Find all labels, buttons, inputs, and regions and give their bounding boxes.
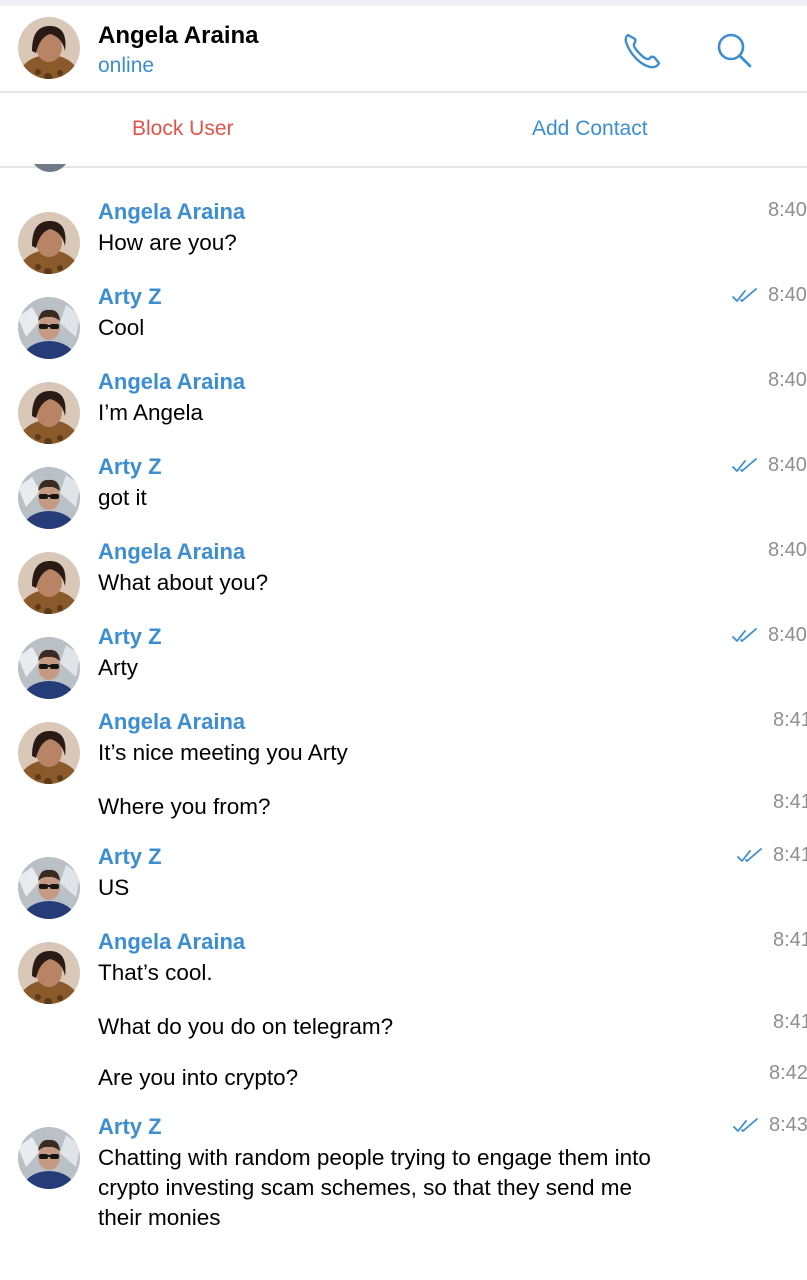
- read-receipt-icon: [732, 288, 760, 304]
- action-bar-divider: [0, 166, 807, 168]
- sender-avatar[interactable]: [18, 467, 80, 529]
- sender-name[interactable]: Angela Araina: [98, 369, 245, 395]
- contact-name[interactable]: Angela Araina: [98, 22, 259, 50]
- phone-icon[interactable]: [620, 28, 664, 72]
- message-timestamp: 8:42: [769, 1062, 807, 1084]
- sender-avatar[interactable]: [18, 857, 80, 919]
- message-text: What about you?: [98, 570, 269, 595]
- message-timestamp: 8:43: [769, 1114, 807, 1136]
- contact-status: online: [98, 54, 155, 77]
- message-text: What do you do on telegram?: [98, 1014, 394, 1039]
- sender-name[interactable]: Angela Araina: [98, 709, 245, 735]
- sender-name[interactable]: Arty Z: [98, 284, 162, 310]
- message-timestamp: 8:41: [773, 1011, 807, 1033]
- read-receipt-icon: [732, 458, 760, 474]
- block-user-button[interactable]: Block User: [132, 117, 234, 141]
- message-text: Where you from?: [98, 794, 271, 819]
- message-timestamp: 8:41: [773, 791, 807, 813]
- sender-name[interactable]: Angela Araina: [98, 929, 245, 955]
- message-timestamp: 8:41: [773, 929, 807, 951]
- contact-avatar[interactable]: [18, 17, 80, 79]
- sender-avatar[interactable]: [18, 212, 80, 274]
- message-timestamp: 8:40: [768, 539, 807, 561]
- sender-avatar[interactable]: [18, 722, 80, 784]
- search-icon[interactable]: [712, 28, 756, 72]
- sender-avatar[interactable]: [18, 552, 80, 614]
- message-text: Cool: [98, 315, 145, 340]
- add-contact-button[interactable]: Add Contact: [532, 117, 648, 141]
- message-timestamp: 8:41: [773, 844, 807, 866]
- sender-avatar[interactable]: [18, 1127, 80, 1189]
- sender-name[interactable]: Arty Z: [98, 624, 162, 650]
- scrolled-avatar-edge: [30, 164, 70, 172]
- chat-header: Angela Araina online: [0, 6, 807, 91]
- sender-name[interactable]: Angela Araina: [98, 539, 245, 565]
- message-text: Arty: [98, 655, 139, 680]
- message-text: That’s cool.: [98, 960, 213, 985]
- message-text: Are you into crypto?: [98, 1065, 299, 1090]
- contact-action-bar: Block User Add Contact: [0, 93, 807, 166]
- message-timestamp: 8:40: [768, 369, 807, 391]
- sender-name[interactable]: Arty Z: [98, 844, 162, 870]
- message-timestamp: 8:40: [768, 199, 807, 221]
- sender-avatar[interactable]: [18, 637, 80, 699]
- read-receipt-icon: [733, 1118, 761, 1134]
- message-text: Chatting with random people trying to en…: [98, 1145, 651, 1230]
- message-timestamp: 8:40: [768, 454, 807, 476]
- read-receipt-icon: [732, 628, 760, 644]
- sender-avatar[interactable]: [18, 297, 80, 359]
- message-text: I’m Angela: [98, 400, 204, 425]
- message-timestamp: 8:41: [773, 709, 807, 731]
- message-text: US: [98, 875, 130, 900]
- read-receipt-icon: [737, 848, 765, 864]
- message-text: It’s nice meeting you Arty: [98, 740, 348, 765]
- sender-avatar[interactable]: [18, 942, 80, 1004]
- message-timestamp: 8:40: [768, 624, 807, 646]
- message-timestamp: 8:40: [768, 284, 807, 306]
- message-text: got it: [98, 485, 147, 510]
- sender-name[interactable]: Arty Z: [98, 1114, 162, 1140]
- sender-name[interactable]: Angela Araina: [98, 199, 245, 225]
- sender-name[interactable]: Arty Z: [98, 454, 162, 480]
- sender-avatar[interactable]: [18, 382, 80, 444]
- message-text: How are you?: [98, 230, 237, 255]
